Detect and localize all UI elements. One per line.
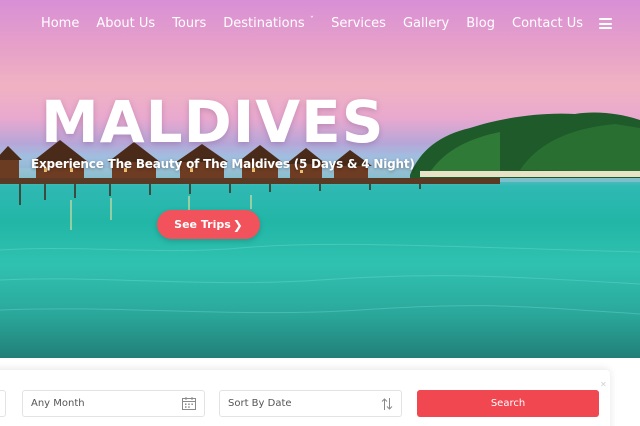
search-button[interactable]: Search bbox=[417, 390, 599, 417]
nav-blog[interactable]: Blog bbox=[466, 16, 495, 31]
month-field-placeholder: Any Month bbox=[31, 398, 85, 409]
nav-tours[interactable]: Tours bbox=[172, 16, 206, 31]
month-field[interactable]: Any Month bbox=[22, 390, 205, 417]
hero-subtitle: Experience The Beauty of The Maldives (5… bbox=[31, 157, 415, 171]
nav-gallery[interactable]: Gallery bbox=[403, 16, 449, 31]
search-button-label: Search bbox=[490, 398, 526, 409]
hero-section: Home About Us Tours Destinations ˇ Servi… bbox=[0, 0, 640, 358]
nav-contact-us[interactable]: Contact Us bbox=[512, 16, 583, 31]
close-icon[interactable]: ✕ bbox=[600, 380, 607, 389]
nav-services-label: Services bbox=[331, 16, 386, 31]
calendar-icon bbox=[182, 397, 196, 410]
hero-background-image bbox=[0, 112, 640, 315]
hamburger-icon[interactable] bbox=[599, 18, 612, 29]
nav-tours-label: Tours bbox=[172, 16, 207, 31]
nav-blog-label: Blog bbox=[466, 16, 495, 31]
nav-contact-us-label: Contact Us bbox=[512, 16, 583, 31]
chevron-right-icon: ❯ bbox=[232, 217, 243, 232]
nav-gallery-label: Gallery bbox=[402, 16, 450, 31]
destination-field[interactable] bbox=[0, 390, 6, 417]
nav-services[interactable]: Services bbox=[331, 16, 386, 31]
sort-field-placeholder: Sort By Date bbox=[228, 398, 292, 409]
nav-destinations[interactable]: Destinations ˇ bbox=[223, 15, 315, 32]
nav-about-us-label: About Us bbox=[96, 16, 156, 31]
nav-about-us[interactable]: About Us bbox=[96, 16, 155, 31]
see-trips-label: See Trips bbox=[174, 218, 231, 231]
sort-field[interactable]: Sort By Date bbox=[219, 390, 402, 417]
nav-destinations-label: Destinations bbox=[223, 16, 305, 31]
sort-arrows-icon bbox=[381, 398, 393, 410]
nav-home[interactable]: Home bbox=[41, 16, 79, 31]
see-trips-button[interactable]: See Trips ❯ bbox=[157, 210, 260, 239]
main-nav: Home About Us Tours Destinations ˇ Servi… bbox=[24, 16, 612, 31]
chevron-down-icon: ˇ bbox=[309, 15, 315, 26]
nav-home-label: Home bbox=[40, 16, 80, 31]
hero-title: MALDIVES bbox=[41, 88, 385, 156]
